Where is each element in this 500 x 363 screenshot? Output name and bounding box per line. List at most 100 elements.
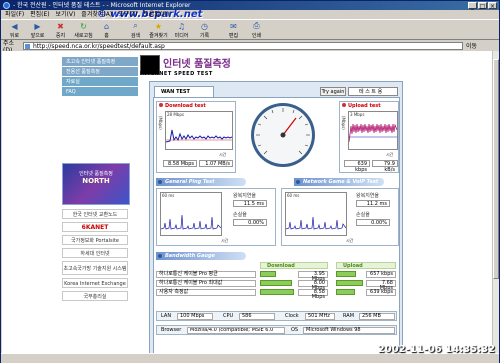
sidebar-item-faq[interactable]: FAQ — [62, 87, 138, 97]
bandwidth-upload-value: 639 kbps — [366, 289, 396, 296]
bandwidth-upload-value: 7.68 Mbps — [366, 280, 396, 291]
search-button[interactable]: ⌕ 검색 — [124, 20, 147, 41]
link-pm-office[interactable]: 국무총리실 — [62, 291, 128, 301]
close-button[interactable]: × — [488, 2, 497, 10]
download-scale: 28 Mbps — [167, 112, 184, 117]
try-again-button[interactable]: Try again — [320, 87, 346, 96]
upload-scale: 3 Mbps — [350, 112, 365, 117]
refresh-button[interactable]: ↻ 새로고침 — [72, 20, 95, 41]
go-button[interactable]: 이동 — [466, 41, 477, 50]
bandwidth-download-value: 8.58 Mbps — [298, 289, 328, 300]
address-bar: 주소(D) http://speed.nca.or.kr/speedtest/d… — [1, 40, 499, 54]
ram-value: 256 MB — [359, 313, 395, 320]
back-icon: ◀ — [11, 21, 18, 31]
link-portal[interactable]: 국가정보화 Portalsite — [62, 235, 128, 245]
banner-sub: NORTH — [82, 177, 110, 185]
upload-trace — [348, 123, 398, 143]
media-button[interactable]: ♫ 미디어 — [170, 20, 193, 41]
clock-label: Clock — [285, 313, 299, 319]
page-viewport: 초고속 인터넷 품질측정 전용선 품질측정 자료실 FAQ 인터넷 품질측정 N… — [2, 51, 492, 353]
download-time-label: 시간 — [219, 152, 227, 157]
print-icon: ⎙ — [253, 21, 260, 30]
browser-value: Mozilla/4.0 (compatible; MSIE 6.0 — [187, 327, 285, 334]
bandwidth-download-bar — [260, 271, 276, 277]
upload-dot-icon — [342, 103, 346, 107]
voip-scale: 60 ms — [287, 193, 300, 198]
window-title: - 한국 전산원 - 인터넷 품질 테스트 - - Microsoft Inte… — [13, 2, 191, 9]
ping-avg-label: 왕복지연율 — [233, 193, 257, 199]
system-info-row-2: Browser Mozilla/4.0 (compatible; MSIE 6.… — [156, 325, 397, 335]
ping-loss-value: 0.00% — [233, 219, 267, 226]
ping-graph: 60 ms — [160, 192, 222, 236]
speed-test-panel: WAN TEST Try again 테 스 트 용 Download test… — [149, 81, 403, 353]
link-support-system[interactable]: 초고속국가망 기술지원 시스템 — [62, 261, 128, 275]
ping-time-label: 시간 — [221, 238, 229, 243]
capture-timestamp: 2002-11-06 14:35:32 — [377, 344, 495, 355]
logo-title: 인터넷 품질측정 — [163, 59, 231, 70]
site-logo: 인터넷 품질측정 INTERNET SPEED TEST — [140, 55, 290, 77]
address-input[interactable]: http://speed.nca.or.kr/speedtest/default… — [23, 41, 463, 50]
voip-trace — [285, 216, 347, 230]
link-kinx[interactable]: 한국 인터넷 교환노드 — [62, 209, 128, 219]
test-select[interactable]: 테 스 트 용 — [348, 87, 398, 96]
download-graph: 28 Mbps — [165, 111, 233, 150]
promo-banner[interactable]: 인터넷 품질측정 NORTH — [62, 163, 130, 205]
sidebar-item-archive[interactable]: 자료실 — [62, 77, 138, 87]
print-button[interactable]: ⎙ 인쇄 — [245, 20, 268, 41]
download-title: Download test — [165, 103, 206, 109]
menu-bar: 파일(F) 편집(E) 보기(V) 즐겨찾기(A) 도구(T) 도움말(H) — [1, 10, 499, 19]
os-label: OS — [291, 327, 299, 333]
menu-favorites[interactable]: 즐겨찾기(A) — [81, 11, 112, 18]
os-value: Microsoft Windows 98 — [303, 327, 395, 334]
browser-window: - 한국 전산원 - 인터넷 품질 테스트 - - Microsoft Inte… — [0, 0, 500, 363]
maximize-button[interactable]: □ — [478, 2, 487, 10]
favorites-button[interactable]: ★ 즐겨찾기 — [147, 20, 170, 41]
media-icon: ♫ — [177, 21, 186, 31]
bandwidth-upload-bar — [336, 289, 355, 295]
vertical-scrollbar[interactable] — [492, 51, 499, 353]
upload-time-label: 시간 — [386, 152, 394, 157]
search-icon: ⌕ — [133, 21, 138, 30]
favorites-icon: ★ — [154, 21, 163, 31]
ping-loss-label: 손실율 — [233, 212, 247, 218]
forward-button[interactable]: ▶ 앞으로 — [26, 20, 49, 41]
menu-tools[interactable]: 도구(T) — [118, 11, 137, 18]
menu-view[interactable]: 보기(V) — [56, 11, 76, 18]
mail-icon: ✉ — [230, 21, 237, 31]
voip-graph: 60 ms — [285, 192, 347, 236]
menu-file[interactable]: 파일(F) — [5, 11, 24, 18]
sidebar-item-broadband[interactable]: 초고속 인터넷 품질측정 — [62, 57, 138, 67]
mail-button[interactable]: ✉ 편집 — [222, 20, 245, 41]
home-icon: ⌂ — [103, 21, 110, 31]
menu-edit[interactable]: 편집(E) — [30, 11, 50, 18]
history-button[interactable]: ◷ 기록 — [193, 20, 216, 41]
minimize-button[interactable]: _ — [468, 2, 477, 10]
bandwidth-download-value: 3.95 Mbps — [298, 271, 328, 282]
ping-avg-value: 11.5 ms — [233, 200, 267, 207]
home-button[interactable]: ⌂ 홈 — [95, 20, 118, 41]
ie-icon — [3, 2, 10, 9]
sidebar: 초고속 인터넷 품질측정 전용선 품질측정 자료실 FAQ 인터넷 품질측정 N… — [62, 57, 138, 304]
system-info-row-1: LAN 100 Mbps CPU 586 Clock 501 MHz RAM 2… — [156, 311, 397, 321]
tab-wan-test[interactable]: WAN TEST — [154, 86, 214, 97]
link-6kanet[interactable]: 6KANET — [62, 222, 128, 232]
voip-loss-label: 손실율 — [356, 212, 370, 218]
bandwidth-download-header: Download — [260, 262, 328, 269]
link-kix[interactable]: Korea Internet Exchange — [62, 278, 128, 288]
ping-scale: 60 ms — [162, 193, 175, 198]
bandwidth-upload-bar — [336, 280, 363, 286]
bandwidth-row-label: 사용자 측정값 — [156, 289, 256, 296]
bandwidth-download-bar — [260, 289, 294, 295]
download-box: Download test (Mbps) 28 Mbps 시간 8.58 Mbp… — [156, 101, 236, 173]
bandwidth-download-value: 8.00 Mbps — [298, 280, 328, 291]
scrollbar-thumb[interactable] — [493, 59, 499, 279]
voip-avg-label: 왕복지연율 — [356, 193, 380, 199]
link-next-internet[interactable]: 하세대 인터넷 — [62, 248, 128, 258]
cpu-label: CPU — [223, 313, 234, 319]
gauge-dial — [251, 103, 315, 167]
menu-help[interactable]: 도움말(H) — [143, 11, 169, 18]
voip-loss-value: 0.00% — [356, 219, 390, 226]
stop-button[interactable]: ✖ 중지 — [49, 20, 72, 41]
partner-links: 한국 인터넷 교환노드 6KANET 국가정보화 Portalsite 하세대 … — [62, 209, 138, 301]
sidebar-item-leased-line[interactable]: 전용선 품질측정 — [62, 67, 138, 77]
